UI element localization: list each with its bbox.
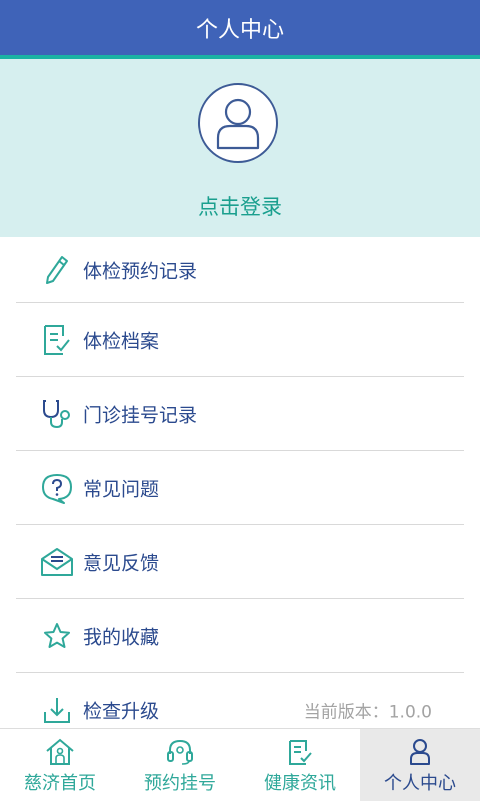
user-icon: [405, 737, 435, 767]
tab-appointment[interactable]: 预约挂号: [120, 729, 240, 801]
home-icon: [45, 737, 75, 767]
envelope-icon: [40, 545, 74, 579]
avatar[interactable]: [198, 83, 278, 163]
tab-label: 预约挂号: [144, 773, 216, 794]
tab-label: 健康资讯: [264, 773, 336, 794]
user-avatar-icon: [216, 98, 260, 150]
menu-item-label: 我的收藏: [83, 626, 160, 648]
tab-label: 慈济首页: [24, 773, 96, 794]
login-link[interactable]: 点击登录: [0, 191, 480, 221]
page-header: 个人中心: [0, 0, 480, 55]
tab-health-news[interactable]: 健康资讯: [240, 729, 360, 801]
menu-item-label: 门诊挂号记录: [83, 404, 198, 426]
document-check-icon: [40, 323, 74, 357]
menu-item-label: 意见反馈: [83, 552, 160, 574]
menu-item-label: 常见问题: [83, 478, 160, 500]
stethoscope-icon: [40, 397, 74, 431]
question-bubble-icon: [40, 471, 74, 505]
tab-home[interactable]: 慈济首页: [0, 729, 120, 801]
tab-label: 个人中心: [384, 773, 456, 794]
menu-item-checkup-appointments[interactable]: 体检预约记录: [16, 237, 464, 303]
pencil-icon: [40, 253, 74, 287]
star-icon: [40, 619, 74, 653]
menu-item-favorites[interactable]: 我的收藏: [16, 599, 464, 673]
version-text: 当前版本：1.0.0: [303, 702, 432, 723]
news-icon: [285, 737, 315, 767]
menu-item-checkup-records[interactable]: 体检档案: [16, 303, 464, 377]
menu-item-registration-records[interactable]: 门诊挂号记录: [16, 377, 464, 451]
menu-item-feedback[interactable]: 意见反馈: [16, 525, 464, 599]
headset-icon: [165, 737, 195, 767]
page-title: 个人中心: [195, 17, 284, 43]
menu-item-faq[interactable]: 常见问题: [16, 451, 464, 525]
menu-item-label: 检查升级: [83, 700, 160, 723]
download-icon: [40, 693, 74, 727]
bottom-tab-bar: 慈济首页 预约挂号 健康资讯 个人中心: [0, 728, 480, 801]
menu-item-label: 体检档案: [83, 330, 160, 352]
profile-panel: 点击登录: [0, 59, 480, 237]
menu-list: 体检预约记录 体检档案 门诊挂号记录 常见问题 意见反馈 我的收藏 检查升级 当…: [16, 237, 464, 747]
tab-profile[interactable]: 个人中心: [360, 729, 480, 801]
menu-item-label: 体检预约记录: [83, 260, 198, 282]
